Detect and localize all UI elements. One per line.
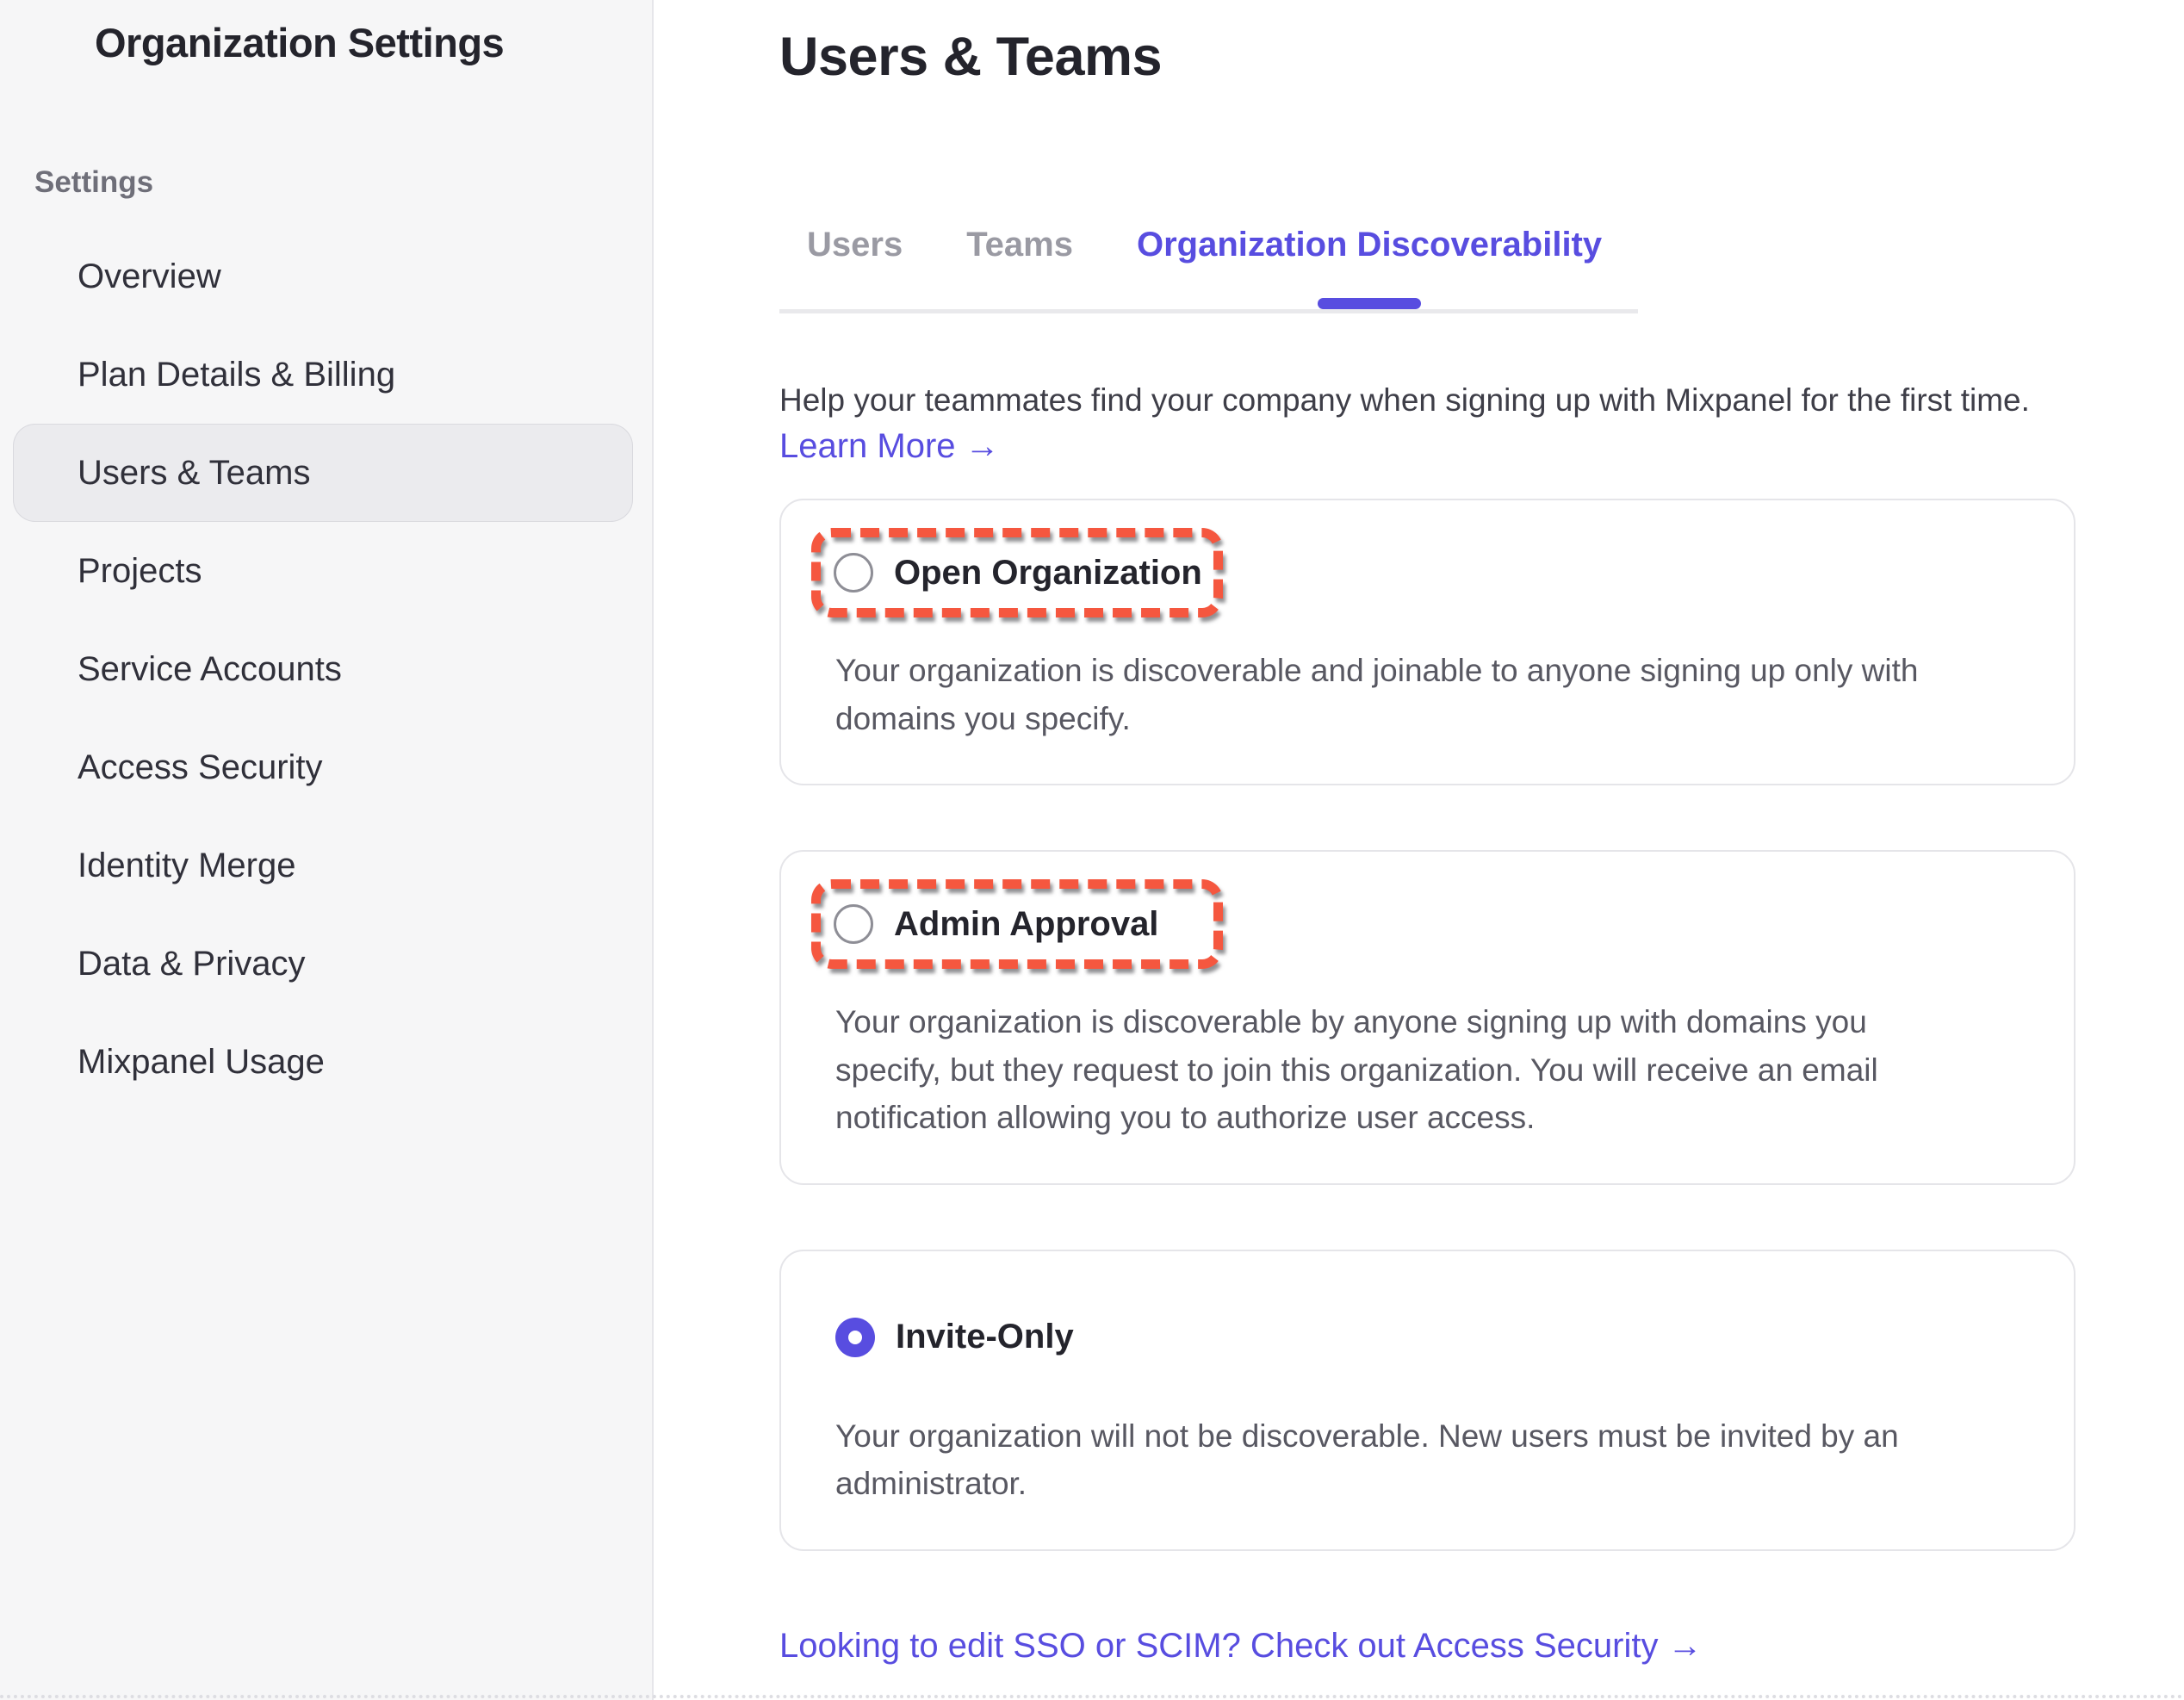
- sidebar-item-label: Identity Merge: [78, 847, 295, 885]
- sidebar-section-label: Settings: [34, 165, 652, 200]
- sidebar-item-mixpanel-usage[interactable]: Mixpanel Usage: [13, 1013, 633, 1111]
- intro-text: Help your teammates find your company wh…: [779, 382, 2075, 419]
- page-title: Users & Teams: [779, 26, 2075, 88]
- bottom-dotted-divider: [0, 1695, 2184, 1698]
- learn-more-link[interactable]: Learn More →: [779, 427, 1000, 466]
- sidebar-item-label: Mixpanel Usage: [78, 1043, 325, 1082]
- tab-bar: Users Teams Organization Discoverability: [779, 226, 1638, 313]
- radio-invite-only[interactable]: [835, 1318, 875, 1357]
- sidebar-item-service-accounts[interactable]: Service Accounts: [13, 620, 633, 718]
- sidebar-item-overview[interactable]: Overview: [13, 227, 633, 326]
- sidebar-item-label: Data & Privacy: [78, 945, 306, 983]
- sidebar-item-access-security[interactable]: Access Security: [13, 718, 633, 816]
- option-row: Invite-Only: [835, 1318, 2026, 1357]
- discoverability-options: Open Organization Your organization is d…: [779, 499, 2075, 1551]
- sidebar-item-projects[interactable]: Projects: [13, 522, 633, 620]
- main-content: Users & Teams Users Teams Organization Dis…: [654, 0, 2184, 1700]
- option-card-admin-approval: Admin Approval Your organization is disc…: [779, 850, 2075, 1185]
- sidebar-item-users-teams[interactable]: Users & Teams: [13, 424, 633, 522]
- sidebar-item-label: Service Accounts: [78, 650, 342, 689]
- sidebar-item-identity-merge[interactable]: Identity Merge: [13, 816, 633, 915]
- settings-sidebar: Organization Settings Settings Overview …: [0, 0, 654, 1700]
- option-label: Invite-Only: [896, 1318, 1074, 1356]
- sidebar-item-label: Users & Teams: [78, 454, 310, 493]
- sidebar-item-label: Overview: [78, 257, 221, 296]
- sidebar-title: Organization Settings: [95, 19, 652, 66]
- annotation-box-admin-approval: Admin Approval: [811, 879, 1223, 969]
- sidebar-item-plan-details-billing[interactable]: Plan Details & Billing: [13, 326, 633, 424]
- annotation-box-open-organization: Open Organization: [811, 528, 1223, 617]
- radio-open-organization[interactable]: [834, 553, 873, 593]
- option-label: Admin Approval: [894, 905, 1158, 944]
- sidebar-item-label: Projects: [78, 552, 202, 591]
- option-card-invite-only: Invite-Only Your organization will not b…: [779, 1250, 2075, 1551]
- option-description: Your organization is discoverable by any…: [835, 998, 2026, 1142]
- option-card-open-organization: Open Organization Your organization is d…: [779, 499, 2075, 785]
- tab-teams[interactable]: Teams: [966, 226, 1073, 264]
- radio-admin-approval[interactable]: [834, 904, 873, 944]
- sidebar-item-label: Access Security: [78, 748, 323, 787]
- option-label: Open Organization: [894, 554, 1202, 593]
- access-security-link[interactable]: Looking to edit SSO or SCIM? Check out A…: [779, 1627, 1703, 1666]
- sidebar-item-data-privacy[interactable]: Data & Privacy: [13, 915, 633, 1013]
- tab-organization-discoverability[interactable]: Organization Discoverability: [1137, 226, 1602, 264]
- tab-users[interactable]: Users: [807, 226, 903, 264]
- sidebar-nav: Overview Plan Details & Billing Users & …: [0, 227, 652, 1111]
- option-description: Your organization will not be discoverab…: [835, 1412, 2026, 1508]
- option-description: Your organization is discoverable and jo…: [835, 647, 2026, 742]
- sidebar-item-label: Plan Details & Billing: [78, 356, 395, 394]
